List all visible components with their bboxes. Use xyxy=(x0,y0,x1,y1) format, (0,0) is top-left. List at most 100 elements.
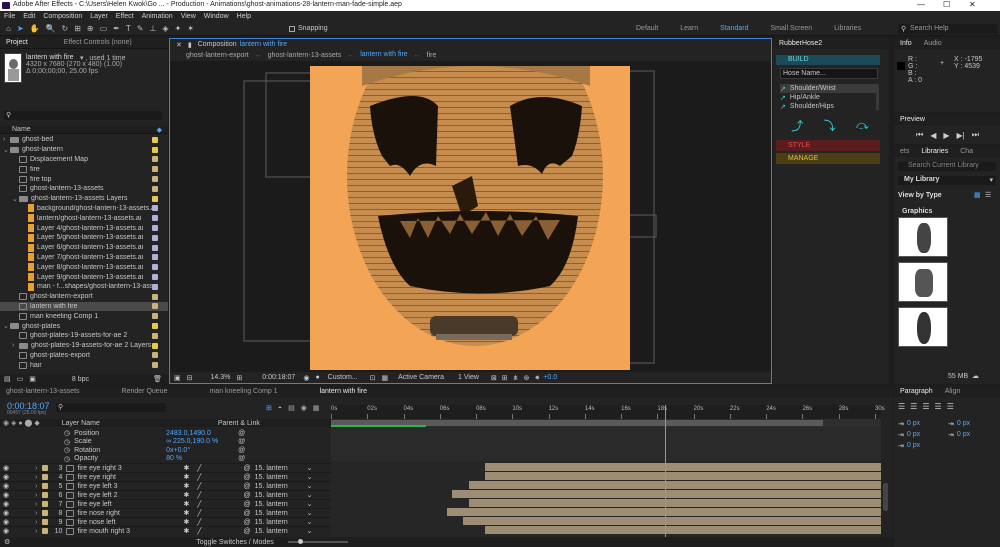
parent-select[interactable]: 15. lantern xyxy=(255,501,307,508)
visibility-icon[interactable]: ◉ xyxy=(3,491,9,499)
quality-switch-icon[interactable]: ╱ xyxy=(197,509,201,517)
project-item[interactable]: › ghost-plates-19-assets-for-ae 2 Layers xyxy=(0,341,168,351)
pickwhip-icon[interactable]: @ xyxy=(238,455,245,462)
next-frame-icon[interactable]: ▶| xyxy=(957,131,965,140)
twirl-icon[interactable]: › xyxy=(35,465,37,472)
label-color-swatch[interactable] xyxy=(152,176,158,183)
interpret-footage-icon[interactable]: ▤ xyxy=(4,375,11,383)
zoom-tool-icon[interactable]: 🔍 xyxy=(46,24,56,33)
paragraph-tab[interactable]: Align xyxy=(939,386,967,397)
lock-icon[interactable]: ▮ xyxy=(188,41,192,49)
layer-row[interactable]: ◉ › 8 fire nose right ✱ ╱ @15. lantern ⌄ xyxy=(0,508,331,517)
view-options-icon[interactable]: ⊠ xyxy=(491,374,497,382)
comp-flow-icon[interactable]: ⚙ xyxy=(4,538,10,546)
project-item[interactable]: man - f...shapes/ghost-lantern-13-assets… xyxy=(0,282,168,292)
hose-option[interactable]: ↗ Shoulder/Hips xyxy=(780,102,876,111)
layer-bar[interactable] xyxy=(446,508,881,516)
collapse-switch-icon[interactable]: ✱ xyxy=(183,527,189,535)
comp-tab[interactable]: ghost-lantern-13-assets xyxy=(262,50,348,61)
label-color-swatch[interactable] xyxy=(152,195,158,202)
menu-item-window[interactable]: Window xyxy=(204,13,229,20)
motion-blur-icon[interactable]: ◉ xyxy=(301,404,307,412)
bpc-label[interactable]: 8 bpc xyxy=(72,376,89,383)
stopwatch-icon[interactable]: ◷ xyxy=(64,455,70,463)
resolution-icon[interactable]: ⊞ xyxy=(236,374,242,382)
label-color-swatch[interactable] xyxy=(152,215,158,222)
layer-bar[interactable] xyxy=(468,499,881,507)
twirl-icon[interactable]: › xyxy=(12,342,19,349)
parent-select[interactable]: 15. lantern xyxy=(255,519,307,526)
label-color-swatch[interactable] xyxy=(152,274,158,281)
build-button[interactable]: BUILD xyxy=(776,55,880,65)
snapping-checkbox[interactable] xyxy=(289,26,295,32)
home-icon[interactable]: ⌂ xyxy=(6,24,11,33)
label-color-swatch[interactable] xyxy=(152,234,158,241)
tab-info[interactable]: Info xyxy=(894,38,918,49)
quality-switch-icon[interactable]: ╱ xyxy=(197,518,201,526)
minimize-button[interactable]: — xyxy=(917,0,925,9)
roto-tool-icon[interactable]: ✦ xyxy=(175,24,182,33)
justify-icon[interactable]: ☰ xyxy=(935,402,942,411)
collapse-switch-icon[interactable]: ✱ xyxy=(183,509,189,517)
project-item[interactable]: lantern with fire xyxy=(0,301,168,312)
label-color-swatch[interactable] xyxy=(152,244,158,251)
timeline-scrollbar[interactable] xyxy=(883,483,888,511)
maximize-button[interactable]: ☐ xyxy=(943,0,950,9)
layer-search[interactable]: ⚲ xyxy=(56,403,166,412)
comp-tab[interactable]: ghost-lantern-export xyxy=(180,50,255,61)
workspace-standard[interactable]: Standard xyxy=(720,25,748,32)
hose-scrollbar[interactable] xyxy=(876,84,879,110)
menu-item-layer[interactable]: Layer xyxy=(90,13,108,20)
stopwatch-icon[interactable]: ◷ xyxy=(64,429,70,437)
project-item[interactable]: ⌄ ghost-lantern xyxy=(0,145,168,155)
project-item[interactable]: ⌄ ghost-lantern-13-assets Layers xyxy=(0,194,168,204)
snapshot-icon[interactable]: ◉ xyxy=(303,374,309,382)
tab-project[interactable]: Project xyxy=(0,38,34,48)
always-preview-icon[interactable]: ▣ xyxy=(174,374,181,382)
clone-tool-icon[interactable]: ⊥ xyxy=(149,24,156,33)
toggle-switches-modes[interactable]: Toggle Switches / Modes xyxy=(196,539,273,546)
playhead[interactable] xyxy=(664,405,666,537)
timeline-tab[interactable]: man kneeling Comp 1 xyxy=(203,386,283,397)
library-graphic-2[interactable] xyxy=(898,262,948,302)
libraries-tab[interactable]: ets xyxy=(894,146,915,157)
menu-item-view[interactable]: View xyxy=(181,13,196,20)
layer-bar[interactable] xyxy=(452,490,881,498)
project-item[interactable]: ghost-plates-19-assets-for-ae 2 xyxy=(0,331,168,341)
parent-select[interactable]: 15. lantern xyxy=(255,483,307,490)
paragraph-tab[interactable]: Paragraph xyxy=(894,386,939,397)
collapse-switch-icon[interactable]: ✱ xyxy=(183,518,189,526)
project-item[interactable]: Layer 6/ghost-lantern-13-assets.ai xyxy=(0,243,168,253)
pickwhip-icon[interactable]: @ xyxy=(244,501,251,508)
quality-switch-icon[interactable]: ╱ xyxy=(197,464,201,472)
label-color-swatch[interactable] xyxy=(152,362,158,369)
visibility-icon[interactable]: ◉ xyxy=(3,527,9,535)
quality-switch-icon[interactable]: ╱ xyxy=(197,527,201,535)
layer-row[interactable]: ◉ › 6 fire eye left 2 ✱ ╱ @15. lantern ⌄ xyxy=(0,490,331,499)
draft-3d-icon[interactable]: ⊞ xyxy=(266,404,272,412)
layer-row[interactable]: ◉ › 10 fire mouth right 3 ✱ ╱ @15. lantern ⌄ xyxy=(0,526,331,535)
comp-timecode[interactable]: 0:00:18:07 xyxy=(262,374,295,381)
label-color-swatch[interactable] xyxy=(152,156,158,163)
hand-tool-icon[interactable]: ✋ xyxy=(30,24,40,33)
pickwhip-icon[interactable]: @ xyxy=(238,438,245,445)
paragraph-field[interactable]: ⇥ 0 px xyxy=(898,440,948,451)
label-color-swatch[interactable] xyxy=(152,293,158,300)
anchor-tool-icon[interactable]: ⊕ xyxy=(87,24,94,33)
label-color-swatch[interactable] xyxy=(152,254,158,261)
tab-audio[interactable]: Audio xyxy=(918,38,948,49)
library-search[interactable]: Search Current Library xyxy=(898,162,996,171)
property-value[interactable]: 0x+0.0° xyxy=(166,447,238,454)
project-item[interactable]: Layer 8/ghost-lantern-13-assets.ai xyxy=(0,262,168,272)
workspace-small-screen[interactable]: Small Screen xyxy=(771,25,813,32)
align-center-icon[interactable]: ☰ xyxy=(910,402,917,411)
twirl-icon[interactable]: › xyxy=(35,474,37,481)
property-value[interactable]: 80 % xyxy=(166,455,238,462)
project-item[interactable]: Displacement Map xyxy=(0,155,168,165)
close-button[interactable]: ✕ xyxy=(969,0,976,9)
label-color-swatch[interactable] xyxy=(152,185,158,192)
list-view-icon[interactable]: ☰ xyxy=(985,191,991,199)
pickwhip-icon[interactable]: @ xyxy=(244,492,251,499)
label-color-swatch[interactable] xyxy=(152,342,158,349)
project-item[interactable]: ghost-plates-export xyxy=(0,351,168,361)
